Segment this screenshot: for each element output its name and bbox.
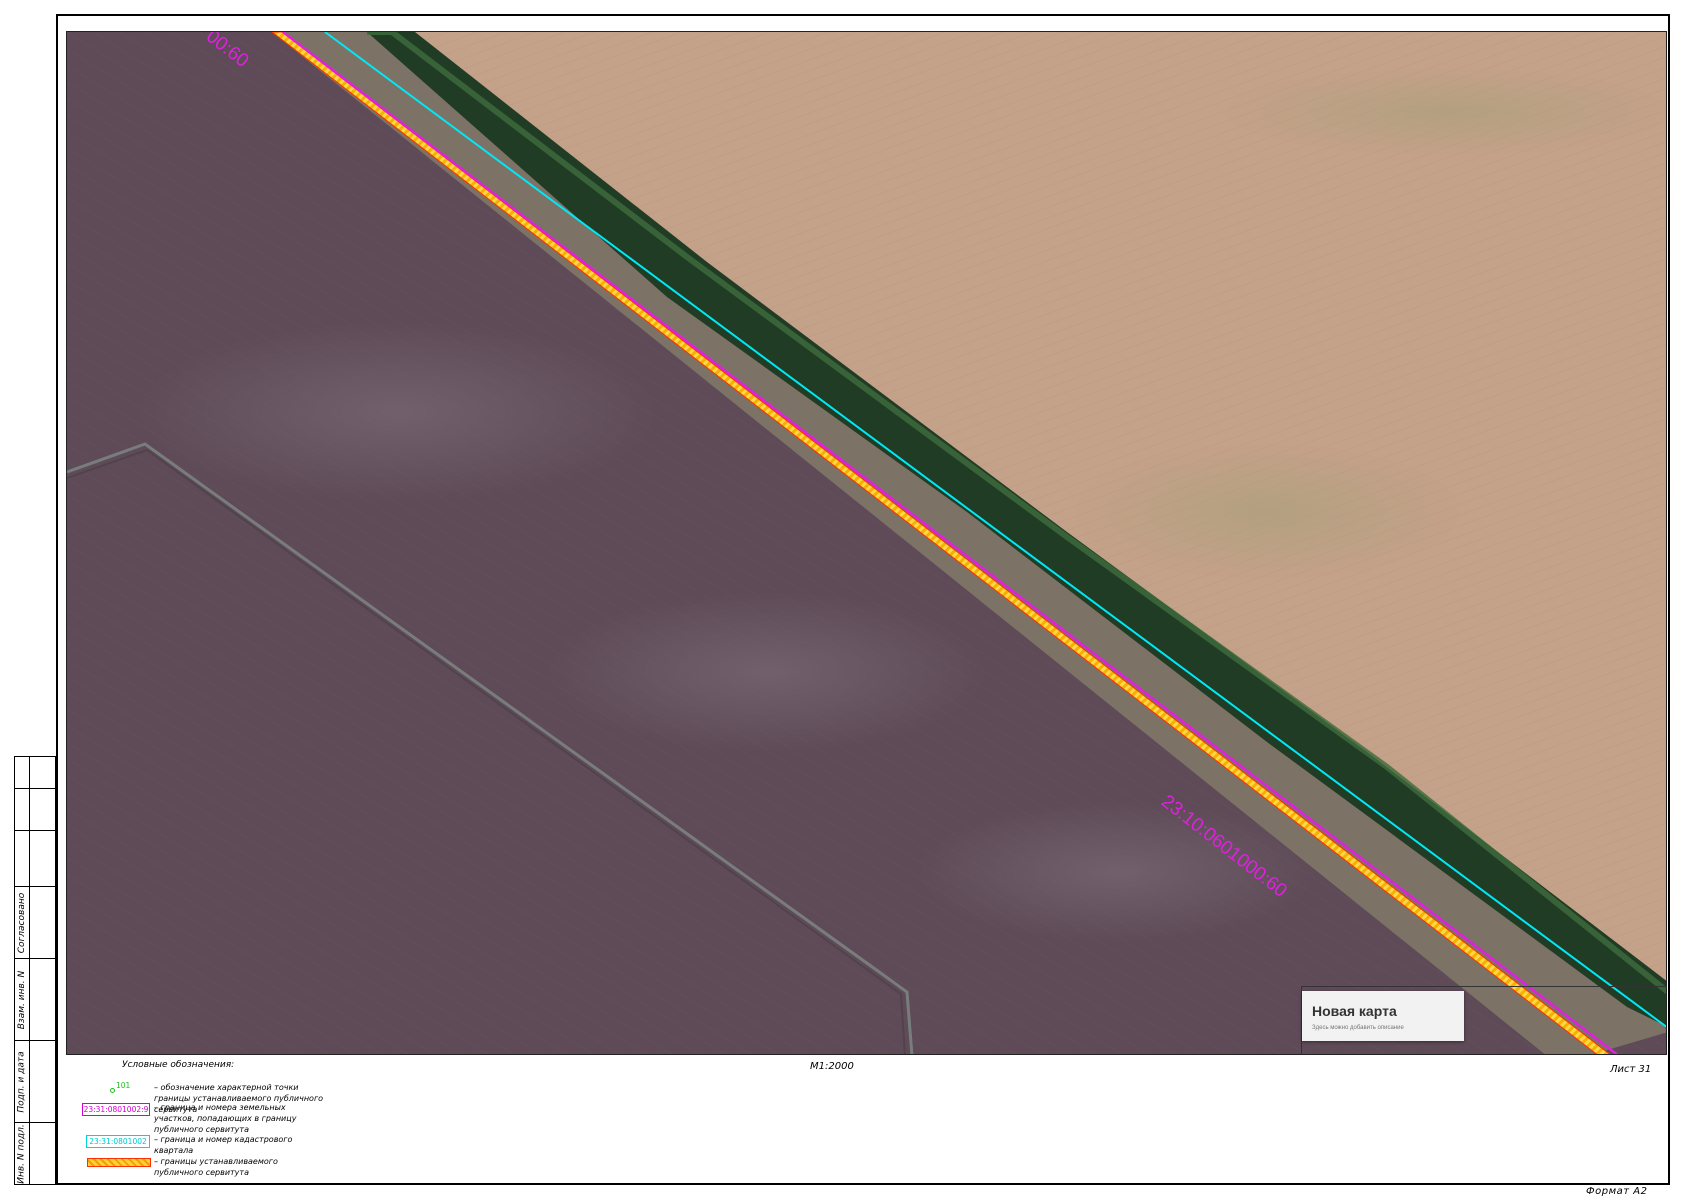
satellite-map — [67, 32, 1666, 1054]
legend-desc: – граница и номера земельных участков, п… — [154, 1103, 297, 1134]
point-symbol-icon: 101 — [80, 1081, 154, 1096]
legend-item-quarter: 23:31:0801002 – граница и номер кадастро… — [80, 1134, 324, 1156]
vzam-inv-label: Взам. инв. N — [17, 970, 28, 1030]
scale-label: М1:2000 — [810, 1061, 854, 1072]
servitude-band-icon — [80, 1156, 154, 1170]
inset-subtitle: Здесь можно добавить описание — [1312, 1025, 1404, 1031]
inset-map-card[interactable]: Новая карта Здесь можно добавить описани… — [1302, 991, 1464, 1041]
sheet-number: Лист 31 — [1610, 1064, 1652, 1075]
legend-item-servitude: – границы устанавливаемого публичного се… — [80, 1156, 324, 1178]
legend-desc: – граница и номер кадастрового квартала — [154, 1135, 293, 1155]
parcel-box-icon: 23:31:0801002:9 — [82, 1103, 150, 1116]
podp-data-label: Подп. и дата — [17, 1051, 27, 1113]
agreed-label: Согласовано — [17, 892, 28, 954]
paper-format: Формат А2 — [1586, 1186, 1648, 1197]
side-stamp: Согласовано Взам. инв. N Подп. и дата Ин… — [14, 756, 56, 1185]
map-view[interactable]: 00:60 23:10:0601000:60 — [66, 31, 1667, 1055]
legend-title: Условные обозначения: — [122, 1060, 235, 1070]
legend-desc: – границы устанавливаемого публичного се… — [154, 1157, 278, 1177]
inset-title: Новая карта — [1312, 1003, 1397, 1019]
inv-podl-label: Инв. N подл. — [17, 1124, 27, 1184]
inset-frame-top — [1301, 986, 1667, 987]
legend-item-parcel: 23:31:0801002:9 – граница и номера земел… — [80, 1102, 324, 1135]
quarter-box-icon: 23:31:0801002 — [80, 1134, 154, 1148]
